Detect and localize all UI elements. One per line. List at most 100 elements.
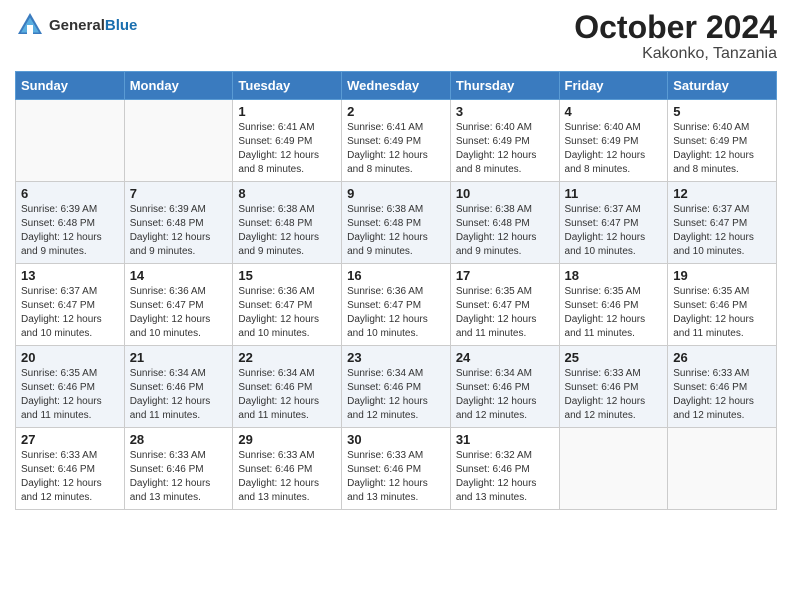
day-number: 18 [565, 268, 663, 283]
calendar-cell: 12Sunrise: 6:37 AMSunset: 6:47 PMDayligh… [668, 182, 777, 264]
calendar-cell: 5Sunrise: 6:40 AMSunset: 6:49 PMDaylight… [668, 100, 777, 182]
calendar-cell: 3 Sunrise: 6:40 AMSunset: 6:49 PMDaylight… [450, 100, 559, 182]
dow-header-friday: Friday [559, 72, 668, 100]
day-info: Sunrise: 6:41 AMSunset: 6:49 PMDaylight:… [238, 121, 336, 177]
calendar-table: SundayMondayTuesdayWednesdayThursdayFrid… [15, 71, 777, 510]
day-info: Sunrise: 6:36 AMSunset: 6:47 PMDaylight:… [347, 285, 445, 341]
day-info: Sunrise: 6:34 AMSunset: 6:46 PMDaylight:… [456, 367, 554, 423]
day-info: Sunrise: 6:40 AMSunset: 6:49 PMDaylight:… [565, 121, 663, 177]
day-info: Sunrise: 6:33 AMSunset: 6:46 PMDaylight:… [565, 367, 663, 423]
calendar-cell: 11 Sunrise: 6:37 AMSunset: 6:47 PMDayligh… [559, 182, 668, 264]
day-number: 24 [456, 350, 554, 365]
dow-header-tuesday: Tuesday [233, 72, 342, 100]
day-number: 7 [130, 186, 228, 201]
calendar-week-row: 27 Sunrise: 6:33 AMSunset: 6:46 PMDayligh… [16, 428, 777, 510]
day-number: 10 [456, 186, 554, 201]
day-info: Sunrise: 6:34 AMSunset: 6:46 PMDaylight:… [238, 367, 336, 423]
title-area: October 2024 Kakonko, Tanzania [574, 10, 777, 63]
calendar-cell: 26 Sunrise: 6:33 AMSunset: 6:46 PMDayligh… [668, 346, 777, 428]
calendar-cell [16, 100, 125, 182]
calendar-header-row: SundayMondayTuesdayWednesdayThursdayFrid… [16, 72, 777, 100]
day-info: Sunrise: 6:33 AMSunset: 6:46 PMDaylight:… [347, 449, 445, 505]
calendar-cell: 16 Sunrise: 6:36 AMSunset: 6:47 PMDayligh… [342, 264, 451, 346]
day-info: Sunrise: 6:33 AMSunset: 6:46 PMDaylight:… [673, 367, 771, 423]
calendar-subtitle: Kakonko, Tanzania [574, 45, 777, 63]
calendar-cell [124, 100, 233, 182]
day-number: 20 [21, 350, 119, 365]
day-number: 14 [130, 268, 228, 283]
day-number: 13 [21, 268, 119, 283]
day-number: 17 [456, 268, 554, 283]
calendar-cell: 1 Sunrise: 6:41 AMSunset: 6:49 PMDaylight… [233, 100, 342, 182]
day-number: 15 [238, 268, 336, 283]
day-info: Sunrise: 6:38 AMSunset: 6:48 PMDaylight:… [456, 203, 554, 259]
day-info: Sunrise: 6:38 AMSunset: 6:48 PMDaylight:… [238, 203, 336, 259]
logo-icon [15, 10, 45, 40]
calendar-week-row: 6Sunrise: 6:39 AMSunset: 6:48 PMDaylight… [16, 182, 777, 264]
calendar-cell: 8Sunrise: 6:38 AMSunset: 6:48 PMDaylight… [233, 182, 342, 264]
day-info: Sunrise: 6:35 AMSunset: 6:46 PMDaylight:… [565, 285, 663, 341]
calendar-cell: 22 Sunrise: 6:34 AMSunset: 6:46 PMDayligh… [233, 346, 342, 428]
calendar-cell [668, 428, 777, 510]
calendar-cell: 4 Sunrise: 6:40 AMSunset: 6:49 PMDaylight… [559, 100, 668, 182]
dow-header-saturday: Saturday [668, 72, 777, 100]
calendar-cell: 20Sunrise: 6:35 AMSunset: 6:46 PMDayligh… [16, 346, 125, 428]
day-info: Sunrise: 6:40 AMSunset: 6:49 PMDaylight:… [456, 121, 554, 177]
calendar-cell: 14 Sunrise: 6:36 AMSunset: 6:47 PMDayligh… [124, 264, 233, 346]
calendar-cell: 25 Sunrise: 6:33 AMSunset: 6:46 PMDayligh… [559, 346, 668, 428]
day-number: 19 [673, 268, 771, 283]
day-number: 26 [673, 350, 771, 365]
calendar-cell: 13 Sunrise: 6:37 AMSunset: 6:47 PMDayligh… [16, 264, 125, 346]
calendar-cell: 27Sunrise: 6:33 AMSunset: 6:46 PMDayligh… [16, 428, 125, 510]
calendar-cell: 28Sunrise: 6:33 AMSunset: 6:46 PMDayligh… [124, 428, 233, 510]
calendar-cell: 24 Sunrise: 6:34 AMSunset: 6:46 PMDayligh… [450, 346, 559, 428]
calendar-cell: 17 Sunrise: 6:35 AMSunset: 6:47 PMDayligh… [450, 264, 559, 346]
day-number: 31 [456, 432, 554, 447]
calendar-cell: 31Sunrise: 6:32 AMSunset: 6:46 PMDayligh… [450, 428, 559, 510]
logo-text: GeneralBlue [49, 17, 137, 34]
day-number: 22 [238, 350, 336, 365]
day-info: Sunrise: 6:33 AMSunset: 6:46 PMDaylight:… [238, 449, 336, 505]
dow-header-monday: Monday [124, 72, 233, 100]
day-number: 23 [347, 350, 445, 365]
day-info: Sunrise: 6:39 AMSunset: 6:48 PMDaylight:… [130, 203, 228, 259]
day-info: Sunrise: 6:38 AMSunset: 6:48 PMDaylight:… [347, 203, 445, 259]
logo-area: GeneralBlue [15, 10, 137, 40]
day-number: 4 [565, 104, 663, 119]
day-number: 3 [456, 104, 554, 119]
day-number: 30 [347, 432, 445, 447]
calendar-cell: 21 Sunrise: 6:34 AMSunset: 6:46 PMDayligh… [124, 346, 233, 428]
day-number: 5 [673, 104, 771, 119]
day-number: 27 [21, 432, 119, 447]
day-info: Sunrise: 6:36 AMSunset: 6:47 PMDaylight:… [238, 285, 336, 341]
day-number: 1 [238, 104, 336, 119]
logo-blue: Blue [105, 17, 138, 34]
day-info: Sunrise: 6:41 AMSunset: 6:49 PMDaylight:… [347, 121, 445, 177]
dow-header-wednesday: Wednesday [342, 72, 451, 100]
day-number: 25 [565, 350, 663, 365]
day-number: 16 [347, 268, 445, 283]
calendar-cell: 19 Sunrise: 6:35 AMSunset: 6:46 PMDayligh… [668, 264, 777, 346]
day-info: Sunrise: 6:35 AMSunset: 6:47 PMDaylight:… [456, 285, 554, 341]
calendar-cell: 18 Sunrise: 6:35 AMSunset: 6:46 PMDayligh… [559, 264, 668, 346]
dow-header-thursday: Thursday [450, 72, 559, 100]
calendar-cell [559, 428, 668, 510]
page-header: GeneralBlue October 2024 Kakonko, Tanzan… [15, 10, 777, 63]
day-info: Sunrise: 6:39 AMSunset: 6:48 PMDaylight:… [21, 203, 119, 259]
day-number: 11 [565, 186, 663, 201]
day-info: Sunrise: 6:33 AMSunset: 6:46 PMDaylight:… [130, 449, 228, 505]
calendar-cell: 30 Sunrise: 6:33 AMSunset: 6:46 PMDayligh… [342, 428, 451, 510]
day-info: Sunrise: 6:34 AMSunset: 6:46 PMDaylight:… [347, 367, 445, 423]
calendar-week-row: 1 Sunrise: 6:41 AMSunset: 6:49 PMDaylight… [16, 100, 777, 182]
calendar-cell: 7 Sunrise: 6:39 AMSunset: 6:48 PMDaylight… [124, 182, 233, 264]
dow-header-sunday: Sunday [16, 72, 125, 100]
day-info: Sunrise: 6:37 AMSunset: 6:47 PMDaylight:… [21, 285, 119, 341]
day-number: 21 [130, 350, 228, 365]
day-info: Sunrise: 6:36 AMSunset: 6:47 PMDaylight:… [130, 285, 228, 341]
day-info: Sunrise: 6:37 AMSunset: 6:47 PMDaylight:… [565, 203, 663, 259]
day-info: Sunrise: 6:34 AMSunset: 6:46 PMDaylight:… [130, 367, 228, 423]
day-number: 29 [238, 432, 336, 447]
calendar-cell: 9Sunrise: 6:38 AMSunset: 6:48 PMDaylight… [342, 182, 451, 264]
calendar-cell: 6Sunrise: 6:39 AMSunset: 6:48 PMDaylight… [16, 182, 125, 264]
day-info: Sunrise: 6:35 AMSunset: 6:46 PMDaylight:… [673, 285, 771, 341]
